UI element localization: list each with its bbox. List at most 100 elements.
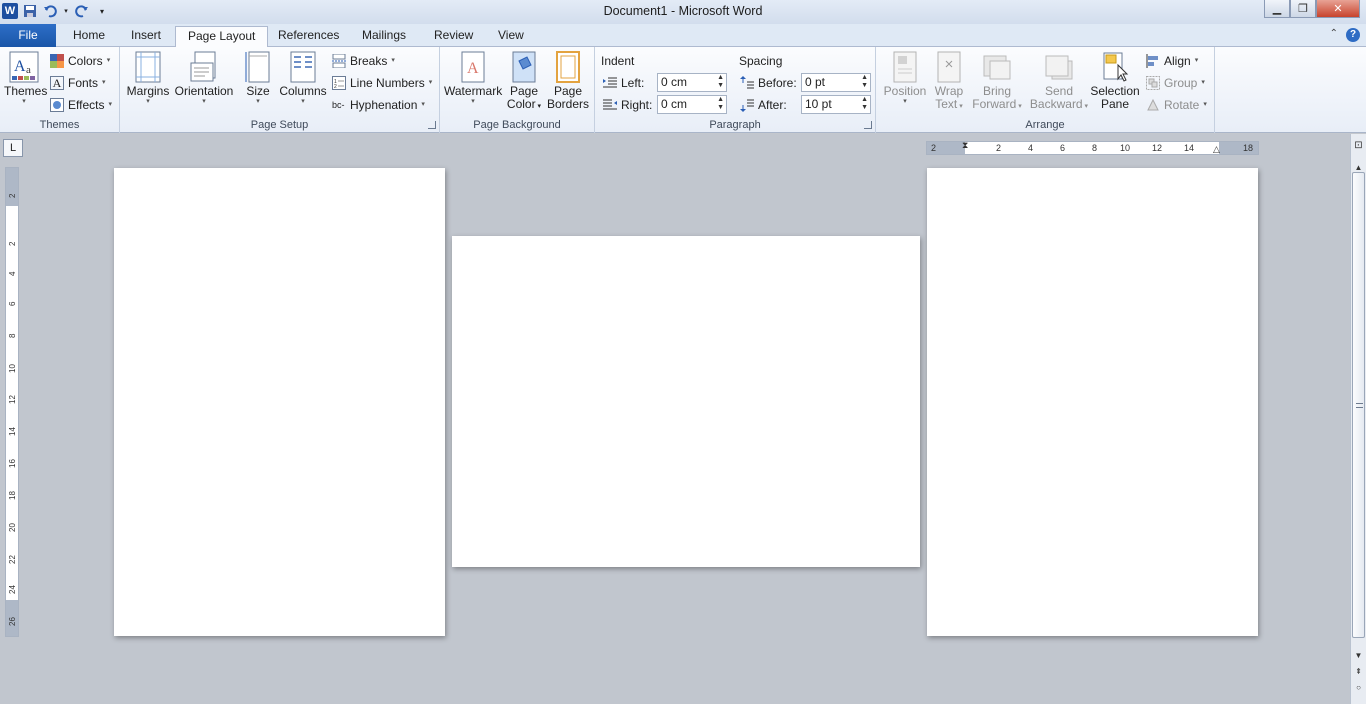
breaks-button[interactable]: Breaks ▾	[332, 51, 395, 71]
align-button[interactable]: Align ▾	[1146, 51, 1198, 71]
fonts-label: Fonts	[68, 76, 99, 90]
spinner-arrows-icon[interactable]: ▲ ▼	[717, 74, 724, 90]
selection-pane-label-2: Pane	[1100, 97, 1130, 111]
svg-text:2: 2	[334, 84, 337, 90]
vertical-scrollbar[interactable]: ⊡ ▲ ▼ ⇞ ○	[1350, 134, 1366, 704]
watermark-button[interactable]: A Watermark ▾	[444, 51, 502, 106]
margins-button[interactable]: Margins ▾	[126, 51, 170, 106]
chevron-down-icon: ▾	[22, 98, 26, 105]
ruler-tick: 8	[8, 333, 17, 338]
group-label: Page Setup	[250, 119, 309, 131]
rotate-button[interactable]: Rotate ▾	[1146, 95, 1207, 115]
spacing-after-value: 10 pt	[805, 97, 832, 111]
page-borders-icon	[553, 51, 583, 83]
page-setup-launcher-icon[interactable]	[428, 121, 436, 129]
position-button[interactable]: Position ▾	[880, 51, 930, 106]
spinner-arrows-icon[interactable]: ▲ ▼	[717, 96, 724, 112]
help-icon[interactable]: ?	[1346, 28, 1360, 42]
effects-button[interactable]: Effects ▾	[50, 95, 112, 115]
wrap-text-icon	[934, 51, 964, 83]
spacing-after-spinner[interactable]: 10 pt ▲ ▼	[801, 95, 871, 114]
right-indent-marker-icon[interactable]: △	[1213, 144, 1220, 155]
spinner-arrows-icon[interactable]: ▲ ▼	[861, 74, 868, 90]
group-themes: Aa Themes ▾ Colors ▾ A Fonts ▾ Effects ▾…	[0, 47, 120, 133]
document-page-1[interactable]	[114, 168, 445, 636]
indent-right-icon	[603, 98, 617, 112]
document-page-2[interactable]	[452, 236, 920, 567]
line-numbers-label: Line Numbers	[350, 76, 425, 90]
vertical-ruler[interactable]: 2 2 4 6 8 10 12 14 16 18 20 22 24 26	[5, 167, 19, 637]
horizontal-ruler[interactable]: 2 2 4 6 8 10 12 14 18 ⧗ △	[926, 140, 1259, 155]
spacing-after-icon	[740, 98, 754, 112]
selection-pane-icon	[1100, 51, 1130, 83]
spinner-arrows-icon[interactable]: ▲ ▼	[861, 96, 868, 112]
tab-review[interactable]: Review	[422, 26, 485, 47]
indent-left-value: 0 cm	[661, 75, 688, 89]
group-arrange: Position ▾ Wrap Text ▾ Bring Forward ▾ S…	[876, 47, 1215, 133]
spacing-after-label-wrap: After:	[740, 95, 787, 115]
tab-home[interactable]: Home	[61, 26, 117, 47]
group-paragraph: Indent Left: 0 cm ▲ ▼ Right: 0 cm ▲ ▼ Spac…	[595, 47, 876, 133]
indent-right-label: Right:	[621, 98, 653, 112]
breaks-label: Breaks	[350, 54, 388, 68]
chevron-down-icon: ▾	[1082, 103, 1089, 110]
scroll-thumb[interactable]	[1352, 172, 1365, 638]
tab-insert[interactable]: Insert	[119, 26, 173, 47]
ruler-tick: 2	[996, 143, 1002, 153]
paragraph-launcher-icon[interactable]	[864, 121, 872, 129]
send-backward-button[interactable]: Send Backward ▾	[1028, 51, 1090, 113]
group-icon	[1146, 76, 1160, 90]
align-label: Align	[1164, 54, 1191, 68]
indent-heading: Indent	[601, 54, 635, 68]
minimize-button[interactable]: ▁	[1264, 0, 1290, 18]
tab-view[interactable]: View	[486, 26, 536, 47]
size-button[interactable]: Size ▾	[240, 51, 276, 106]
tab-references[interactable]: References	[266, 26, 351, 47]
ruler-tick: 12	[1152, 143, 1163, 153]
restore-button[interactable]: ❐	[1290, 0, 1316, 18]
group-label: Page Background	[473, 119, 561, 131]
spacing-before-spinner[interactable]: 0 pt ▲ ▼	[801, 73, 871, 92]
group-button[interactable]: Group ▾	[1146, 73, 1205, 93]
selection-pane-button[interactable]: Selection Pane	[1090, 51, 1140, 111]
page-borders-button[interactable]: Page Borders	[547, 51, 589, 111]
ruler-tick: 2	[8, 241, 17, 246]
margins-icon	[133, 51, 163, 83]
wrap-text-button[interactable]: Wrap Text ▾	[930, 51, 968, 113]
line-numbers-button[interactable]: 12 Line Numbers ▾	[332, 73, 432, 93]
hyphenation-icon: bc-	[332, 100, 345, 110]
tab-mailings[interactable]: Mailings	[350, 26, 418, 47]
indent-right-value: 0 cm	[661, 97, 688, 111]
indent-left-icon	[603, 76, 617, 90]
orientation-button[interactable]: Orientation ▾	[173, 51, 235, 106]
indent-marker-icon[interactable]: ⧗	[962, 140, 968, 151]
indent-right-spinner[interactable]: 0 cm ▲ ▼	[657, 95, 727, 114]
chevron-down-icon: ▾	[256, 98, 260, 105]
tab-page-layout[interactable]: Page Layout	[175, 26, 269, 48]
bring-forward-button[interactable]: Bring Forward ▾	[971, 51, 1023, 113]
page-color-button[interactable]: Page Color ▾	[504, 51, 544, 113]
fonts-button[interactable]: A Fonts ▾	[50, 73, 106, 93]
wrap-text-label-2: Text	[935, 97, 958, 111]
document-page-3[interactable]	[927, 168, 1258, 636]
tab-file[interactable]: File	[0, 24, 56, 47]
watermark-label: Watermark	[444, 84, 503, 98]
tab-selector[interactable]: L	[3, 139, 23, 157]
ribbon: Aa Themes ▾ Colors ▾ A Fonts ▾ Effects ▾…	[0, 47, 1366, 133]
themes-icon: Aa	[9, 51, 39, 83]
effects-label: Effects	[68, 98, 105, 112]
view-ruler-icon[interactable]: ⊡	[1351, 138, 1366, 154]
rotate-label: Rotate	[1164, 98, 1200, 112]
close-button[interactable]: ✕	[1316, 0, 1360, 18]
ruler-tick: 10	[1120, 143, 1131, 153]
themes-button[interactable]: Aa Themes ▾	[4, 51, 47, 106]
columns-button[interactable]: Columns ▾	[279, 51, 327, 106]
minimize-ribbon-icon[interactable]: ⌃	[1330, 28, 1338, 42]
previous-page-icon[interactable]: ⇞	[1351, 664, 1366, 680]
select-browse-object-icon[interactable]: ○	[1351, 680, 1366, 696]
indent-left-spinner[interactable]: 0 cm ▲ ▼	[657, 73, 727, 92]
hyphenation-button[interactable]: bc- Hyphenation ▾	[332, 95, 425, 115]
colors-button[interactable]: Colors ▾	[50, 51, 110, 71]
ruler-tick: 2	[8, 193, 17, 198]
scroll-down-icon[interactable]: ▼	[1351, 648, 1366, 664]
